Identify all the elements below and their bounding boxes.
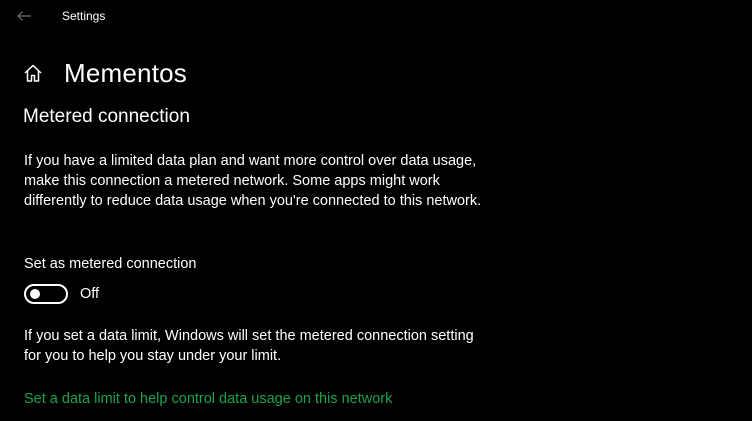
metered-connection-toggle[interactable] [24,284,68,304]
metered-description: If you have a limited data plan and want… [24,153,482,209]
data-limit-info: If you set a data limit, Windows will se… [24,328,474,364]
back-arrow-icon [16,10,32,22]
page-title: Mementos [64,57,187,88]
section-title: Metered connection [23,106,190,127]
title-bar: Settings [0,0,752,32]
page-header: Mementos [22,56,187,90]
back-button[interactable] [10,4,38,28]
toggle-knob [30,289,40,299]
app-title: Settings [62,9,106,23]
set-data-limit-link[interactable]: Set a data limit to help control data us… [24,391,392,407]
toggle-state-text: Off [80,286,100,302]
metered-toggle-label: Set as metered connection [24,256,197,272]
metered-toggle-row: Off [24,284,99,304]
home-icon[interactable] [22,62,44,84]
